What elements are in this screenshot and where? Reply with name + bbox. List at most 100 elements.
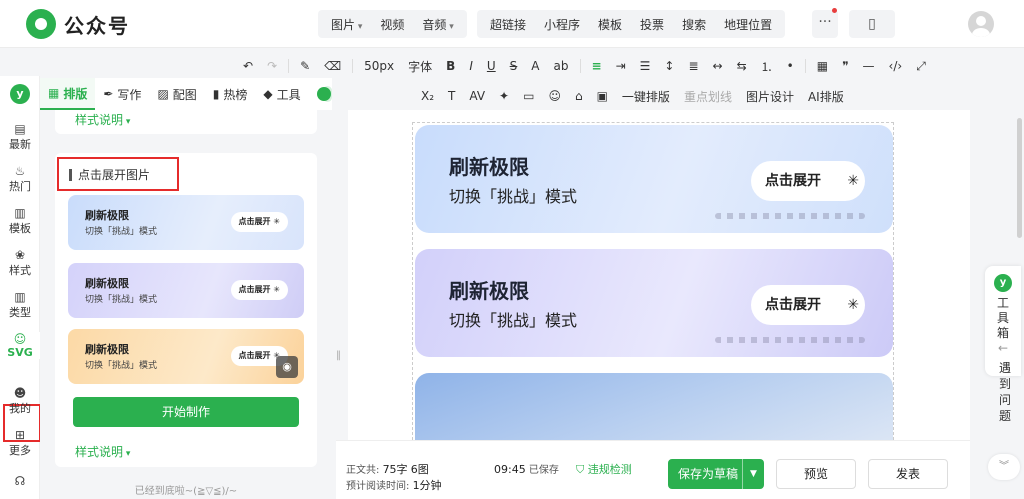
content-image[interactable] bbox=[415, 373, 893, 440]
nav-type[interactable]: ▥ 类型 bbox=[0, 290, 40, 320]
mobile-preview-icon[interactable]: ▯ bbox=[849, 10, 895, 38]
nav-latest[interactable]: ▤ 最新 bbox=[0, 122, 40, 152]
nav-template[interactable]: ▥ 模板 bbox=[0, 206, 40, 236]
nav-label: 我的 bbox=[9, 402, 31, 415]
indent-icon[interactable]: ⇥ bbox=[609, 59, 633, 73]
align-center-icon[interactable]: ☰ bbox=[633, 59, 658, 73]
more-menu-button[interactable]: ··· bbox=[812, 10, 838, 38]
violation-label: 违规检测 bbox=[587, 463, 632, 476]
resize-handle-icon[interactable]: ‖ bbox=[336, 350, 341, 361]
style-thumbnail-blue[interactable]: 刷新极限 切换「挑战」模式 点击展开 bbox=[68, 195, 304, 250]
insert-link[interactable]: 超链接 bbox=[483, 16, 533, 33]
font-color-icon[interactable]: A bbox=[524, 59, 546, 73]
italic-icon[interactable]: I bbox=[462, 59, 480, 73]
insert-template[interactable]: 模板 bbox=[591, 16, 629, 33]
undo-icon[interactable]: ↶ bbox=[236, 59, 260, 73]
align-left-icon[interactable]: ≡ bbox=[585, 59, 609, 73]
eye-icon[interactable]: ◉ bbox=[276, 356, 298, 378]
html-icon[interactable]: ⌂ bbox=[568, 89, 590, 103]
briefcase-icon[interactable]: ▣ bbox=[590, 89, 615, 103]
paragraph-spacing-icon[interactable]: ≣ bbox=[681, 59, 705, 73]
bold-icon[interactable]: B bbox=[439, 59, 462, 73]
emoji-icon[interactable]: ☺ bbox=[541, 89, 568, 103]
insert-miniprogram[interactable]: 小程序 bbox=[537, 16, 587, 33]
chevron-down-icon[interactable]: ▼ bbox=[742, 459, 764, 489]
style-note-link[interactable]: 样式说明 bbox=[75, 111, 130, 128]
style-thumbnail-purple[interactable]: 刷新极限 切换「挑战」模式 点击展开 bbox=[68, 263, 304, 318]
expand-button[interactable]: 点击展开 ✳ bbox=[751, 161, 865, 201]
clear-format-icon[interactable]: ⌫ bbox=[317, 59, 348, 73]
plugin-logo-icon[interactable]: y bbox=[10, 84, 30, 104]
nav-more[interactable]: ⊞ 更多 bbox=[0, 428, 40, 458]
tab-image[interactable]: ▨ 配图 bbox=[149, 78, 204, 110]
format-toolbar-row2: X₂ T AV ✦ ▭ ☺ ⌂ ▣ 一键排版 重点划线 图片设计 AI排版 bbox=[414, 84, 851, 108]
one-click-layout-button[interactable]: 一键排版 bbox=[615, 88, 677, 105]
help-link[interactable]: 遇到问题 bbox=[990, 360, 1020, 424]
quote-icon[interactable]: ❞ bbox=[835, 59, 855, 73]
layout-icon: ▦ bbox=[48, 86, 60, 100]
magic-wand-icon[interactable]: ✦ bbox=[492, 89, 516, 103]
collapse-chevron-icon[interactable]: ︾ bbox=[988, 454, 1020, 480]
text-effect-icon[interactable]: T bbox=[441, 89, 462, 103]
nav-svg[interactable]: ☺ SVG bbox=[0, 332, 40, 359]
nav-label: 更多 bbox=[9, 444, 31, 457]
tab-tools[interactable]: ◆ 工具 bbox=[255, 78, 308, 110]
insert-location[interactable]: 地理位置 bbox=[717, 16, 779, 33]
code-icon[interactable]: ‹/› bbox=[882, 59, 910, 73]
tab-label: 工具 bbox=[276, 87, 301, 102]
insert-audio-menu[interactable]: 音频 bbox=[415, 16, 460, 33]
violation-check-link[interactable]: ⛉ 违规检测 bbox=[576, 461, 632, 477]
headset-icon[interactable]: ☊ bbox=[0, 474, 40, 488]
start-create-button[interactable]: 开始制作 bbox=[73, 397, 299, 427]
insert-search[interactable]: 搜索 bbox=[675, 16, 713, 33]
unordered-list-icon[interactable]: • bbox=[780, 59, 801, 73]
editor-canvas[interactable]: 刷新极限 切换「挑战」模式 点击展开 ✳ 刷新极限 切换「挑战」模式 点击展开 ✳ bbox=[348, 110, 970, 440]
insert-image-menu[interactable]: 图片 bbox=[324, 16, 369, 33]
redo-icon[interactable]: ↷ bbox=[260, 59, 284, 73]
content-title: 刷新极限 bbox=[449, 155, 529, 179]
publish-button[interactable]: 发表 bbox=[868, 459, 948, 489]
notification-dot bbox=[832, 8, 837, 13]
style-thumbnail-orange[interactable]: 刷新极限 切换「挑战」模式 点击展开 ◉ bbox=[68, 329, 304, 384]
fullscreen-icon[interactable]: ⤢ bbox=[909, 59, 933, 74]
user-avatar[interactable] bbox=[968, 11, 994, 37]
content-title: 刷新极限 bbox=[449, 279, 529, 303]
background-color-icon[interactable]: ab bbox=[547, 59, 576, 73]
table-icon[interactable]: ▦ bbox=[810, 59, 835, 73]
underline-icon[interactable]: U bbox=[480, 59, 503, 73]
strikethrough-icon[interactable]: S bbox=[503, 59, 525, 73]
ordered-list-icon[interactable]: ⒈ bbox=[754, 58, 780, 75]
content-card-blue[interactable]: 刷新极限 切换「挑战」模式 点击展开 ✳ bbox=[415, 125, 893, 233]
ai-layout-button[interactable]: AI排版 bbox=[801, 88, 851, 105]
insert-vote[interactable]: 投票 bbox=[633, 16, 671, 33]
image-icon[interactable]: ▭ bbox=[516, 89, 541, 103]
highlight-line-button[interactable]: 重点划线 bbox=[677, 88, 739, 105]
line-height-icon[interactable]: ↕ bbox=[657, 59, 681, 73]
insert-video-menu[interactable]: 视频 bbox=[373, 16, 411, 33]
divider-line-icon[interactable]: — bbox=[856, 59, 882, 73]
format-painter-icon[interactable]: ✎ bbox=[293, 59, 317, 73]
expand-button[interactable]: 点击展开 ✳ bbox=[751, 285, 865, 325]
style-icon: ❀ bbox=[14, 248, 26, 262]
nav-mine[interactable]: ☻ 我的 bbox=[0, 386, 40, 416]
app-logo[interactable]: 公众号 bbox=[26, 9, 130, 39]
nav-hot[interactable]: ♨ 热门 bbox=[0, 164, 40, 194]
image-design-button[interactable]: 图片设计 bbox=[739, 88, 801, 105]
tab-write[interactable]: ✒ 写作 bbox=[95, 78, 149, 110]
font-size-select[interactable]: 50px bbox=[357, 59, 401, 73]
content-card-purple[interactable]: 刷新极限 切换「挑战」模式 点击展开 ✳ bbox=[415, 249, 893, 357]
nav-style[interactable]: ❀ 样式 bbox=[0, 248, 40, 278]
tab-layout[interactable]: ▦ 排版 bbox=[40, 78, 96, 110]
scrollbar[interactable] bbox=[1017, 118, 1022, 238]
subscript-icon[interactable]: X₂ bbox=[414, 89, 441, 103]
letter-spacing-icon[interactable]: ↔ bbox=[706, 59, 730, 73]
bookmark-icon: ▮ bbox=[212, 87, 220, 101]
font-family-select[interactable]: 字体 bbox=[401, 58, 439, 75]
tab-hotlist[interactable]: ▮ 热榜 bbox=[205, 78, 256, 110]
char-spacing-icon[interactable]: AV bbox=[462, 89, 492, 103]
style-note-link[interactable]: 样式说明 bbox=[75, 443, 130, 460]
text-direction-icon[interactable]: ⇆ bbox=[730, 59, 754, 73]
preview-button[interactable]: 预览 bbox=[776, 459, 856, 489]
panel-toggle[interactable] bbox=[316, 86, 332, 102]
save-draft-button[interactable]: 保存为草稿 ▼ bbox=[668, 459, 764, 489]
